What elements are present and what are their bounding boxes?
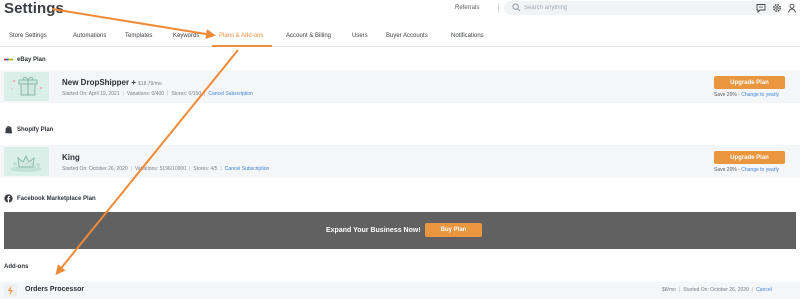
tab-account-billing[interactable]: Account & Billing xyxy=(286,33,331,39)
plan-illustration xyxy=(4,72,49,101)
shopify-plan-row: King Started On: October 26, 2020 | Variat… xyxy=(0,145,800,178)
save-note: Save 20% - Change to yearly xyxy=(714,92,780,98)
buy-plan-button[interactable]: Buy Plan xyxy=(425,223,482,237)
tab-plans-addons[interactable]: Plans & Add-ons xyxy=(219,33,263,39)
referrals-link[interactable]: Referrals xyxy=(455,5,479,11)
plan-meta: Started On: October 26, 2020 | Variations:… xyxy=(62,166,270,172)
page-title: Settings xyxy=(4,0,64,17)
cancel-subscription-link[interactable]: Cancel Subscription xyxy=(225,166,269,172)
facebook-plan-heading: Facebook Marketplace Plan xyxy=(4,194,96,203)
addons-heading: Add-ons xyxy=(4,264,29,270)
addon-icon-box xyxy=(4,284,17,297)
shopify-icon xyxy=(5,125,13,134)
cancel-subscription-link[interactable]: Cancel Subscription xyxy=(208,91,252,97)
addon-meta: $8/mo | Started On: October 26, 2020 | Cance… xyxy=(662,287,772,293)
change-to-yearly-link[interactable]: Change to yearly xyxy=(741,167,779,173)
plan-name: King xyxy=(62,153,80,162)
plan-price: $18.79/mo xyxy=(138,81,162,87)
plan-name: New DropShipper + $18.79/mo xyxy=(62,78,162,87)
section-title: Shopify Plan xyxy=(17,126,54,133)
save-note: Save 20% - Change to yearly xyxy=(714,167,780,173)
ebay-plan-row: New DropShipper + $18.79/mo Started On: A… xyxy=(0,70,800,103)
settings-tabs: Store Settings Automations Templates Key… xyxy=(0,30,800,47)
ebay-plan-heading: eBay Plan xyxy=(4,55,46,64)
expand-business-banner: Expand Your Business Now! Buy Plan xyxy=(4,212,796,249)
upgrade-plan-button[interactable]: Upgrade Plan xyxy=(714,76,785,89)
search-input[interactable] xyxy=(524,2,764,14)
divider xyxy=(498,3,499,13)
lightning-icon xyxy=(8,285,13,296)
upgrade-plan-button[interactable]: Upgrade Plan xyxy=(714,151,785,164)
search-box[interactable] xyxy=(504,1,782,15)
banner-text: Expand Your Business Now! xyxy=(326,227,421,234)
gift-box-icon xyxy=(10,76,43,96)
tab-automations[interactable]: Automations xyxy=(73,33,106,39)
addon-name: Orders Processor xyxy=(25,286,85,293)
section-title: eBay Plan xyxy=(17,56,46,63)
plan-illustration xyxy=(4,147,49,176)
search-icon xyxy=(512,3,521,12)
tab-templates[interactable]: Templates xyxy=(125,33,152,39)
chat-icon[interactable] xyxy=(756,3,766,13)
section-title: Facebook Marketplace Plan xyxy=(17,195,96,202)
crown-icon xyxy=(10,154,42,172)
user-icon[interactable] xyxy=(787,3,797,13)
addon-row: Orders Processor $8/mo | Started On: Octob… xyxy=(0,282,800,299)
top-bar: Settings Referrals xyxy=(0,0,800,20)
tab-keywords[interactable]: Keywords xyxy=(173,33,199,39)
facebook-icon xyxy=(4,194,13,203)
tab-buyer-accounts[interactable]: Buyer Accounts xyxy=(386,33,428,39)
plan-meta: Started On: April 19, 2021 | Variations: 0… xyxy=(62,91,253,97)
gear-icon[interactable] xyxy=(772,3,782,13)
shopify-plan-heading: Shopify Plan xyxy=(4,125,53,134)
change-to-yearly-link[interactable]: Change to yearly xyxy=(741,92,779,98)
active-tab-indicator xyxy=(212,45,272,47)
cancel-addon-link[interactable]: Cancel xyxy=(756,287,772,293)
tab-users[interactable]: Users xyxy=(352,33,368,39)
tab-store-settings[interactable]: Store Settings xyxy=(9,33,47,39)
tab-notifications[interactable]: Notifications xyxy=(451,33,484,39)
ebay-logo-icon xyxy=(4,58,13,61)
